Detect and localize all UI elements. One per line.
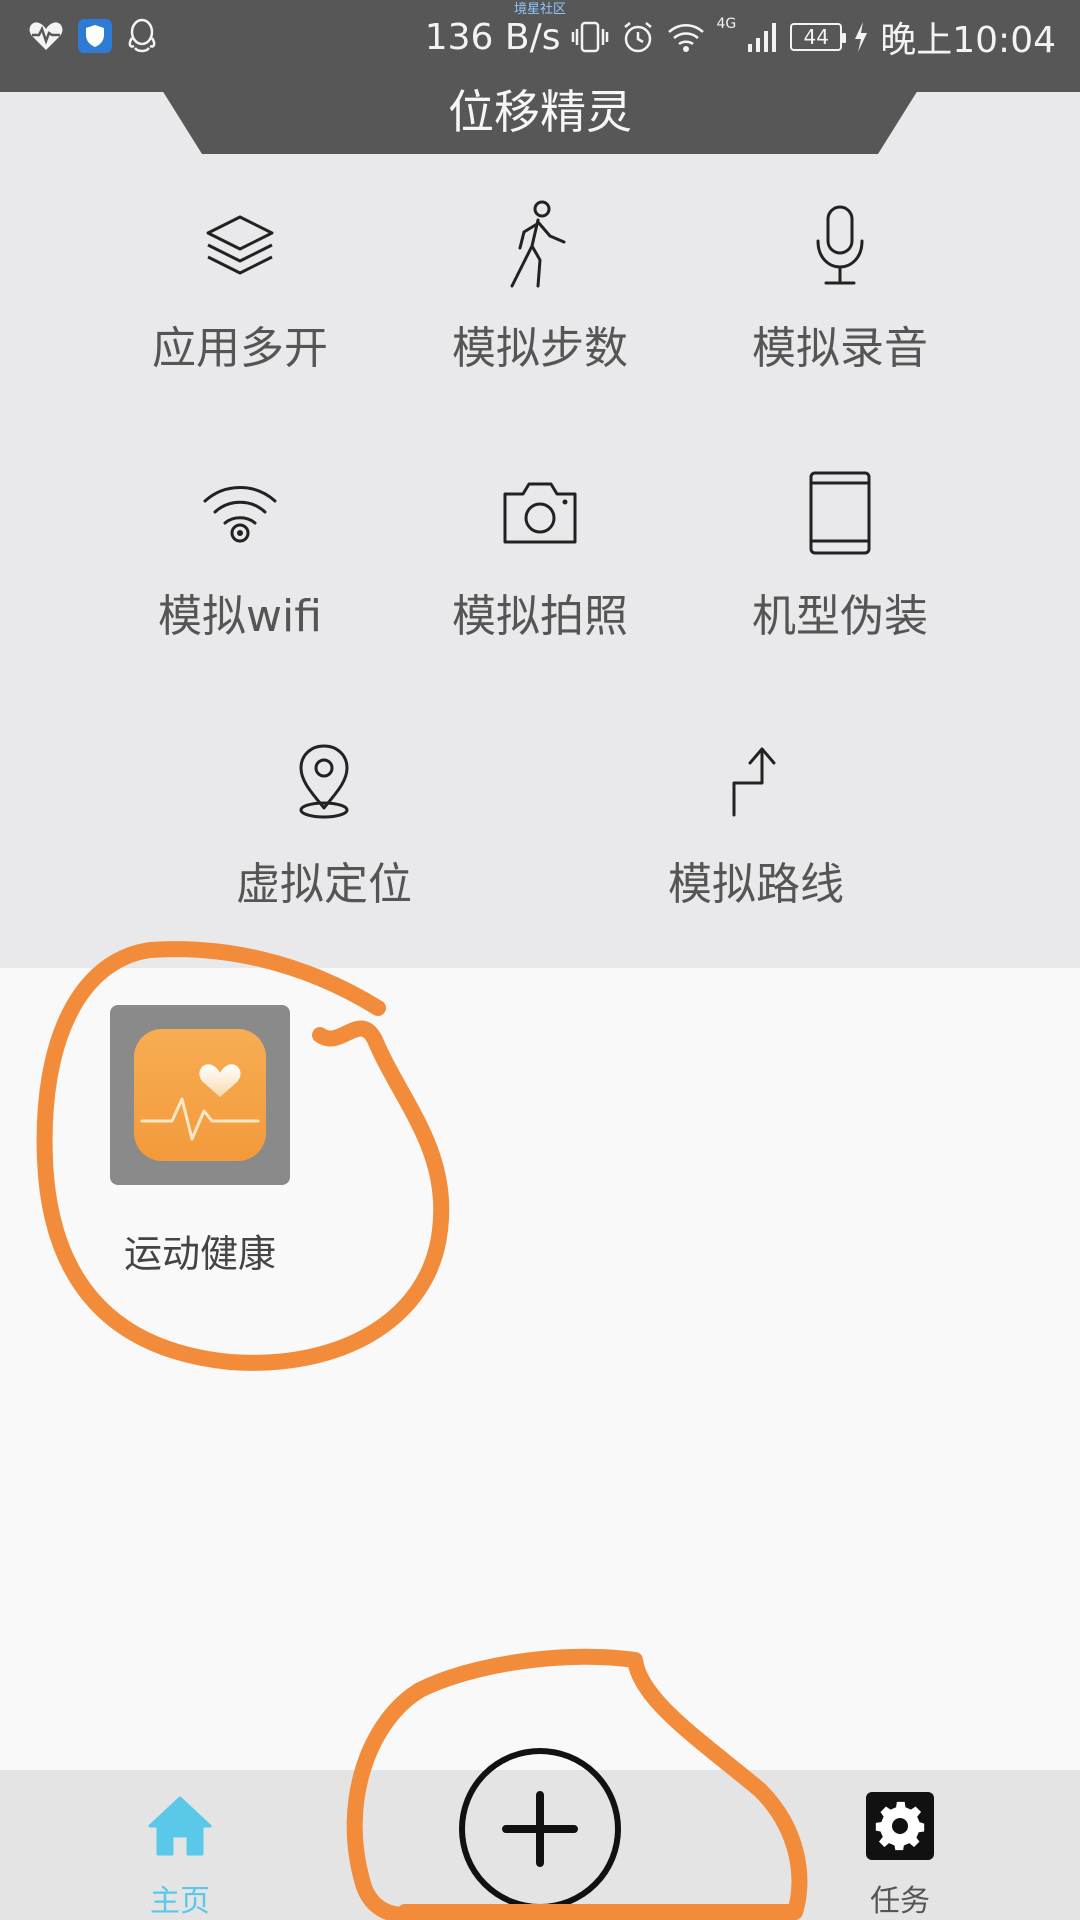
- feature-label: 虚拟定位: [236, 859, 412, 910]
- wifi-status-icon: [666, 20, 706, 54]
- network-type: 4G: [716, 16, 737, 32]
- location-pin-icon: [279, 736, 369, 826]
- feature-fake-steps[interactable]: 模拟步数: [410, 200, 670, 410]
- status-bar: 境星社区 136 B/s 4G 44 晚上10:04: [0, 0, 1080, 90]
- microphone-icon: [795, 200, 885, 290]
- feature-fake-recording[interactable]: 模拟录音: [710, 200, 970, 410]
- qq-status-icon: [126, 18, 158, 54]
- feature-app-clone[interactable]: 应用多开: [110, 200, 370, 410]
- network-speed: 136 B/s: [424, 16, 561, 58]
- shield-status-icon: [78, 19, 112, 53]
- app-screen: 境星社区 136 B/s 4G 44 晚上10:04 位移精灵 应用多开 模拟步…: [0, 0, 1080, 1920]
- feature-label: 机型伪装: [752, 591, 928, 642]
- battery-icon: 44: [790, 23, 847, 51]
- health-status-icon: [28, 20, 64, 52]
- feature-fake-camera[interactable]: 模拟拍照: [410, 468, 670, 678]
- page-title: 位移精灵: [448, 85, 632, 139]
- nav-task[interactable]: 任务: [830, 1770, 970, 1920]
- home-icon: [142, 1788, 218, 1864]
- feature-virtual-location[interactable]: 虚拟定位: [194, 736, 454, 946]
- app-icon-frame: [110, 1005, 290, 1185]
- alarm-icon: [620, 19, 656, 55]
- signal-icon: [746, 20, 780, 54]
- nav-home[interactable]: 主页: [110, 1770, 250, 1920]
- battery-level: 44: [803, 25, 829, 49]
- feature-label: 模拟录音: [752, 323, 928, 374]
- feature-label: 模拟步数: [452, 323, 628, 374]
- feature-fake-route[interactable]: 模拟路线: [626, 736, 886, 946]
- feature-label: 模拟wifi: [158, 591, 322, 642]
- app-tile-sports-health[interactable]: 运动健康: [110, 1005, 290, 1276]
- vibrate-icon: [570, 19, 610, 55]
- feature-device-disguise[interactable]: 机型伪装: [710, 468, 970, 678]
- nav-task-label: 任务: [870, 1884, 930, 1919]
- camera-icon: [495, 468, 585, 558]
- feature-fake-wifi[interactable]: 模拟wifi: [110, 468, 370, 678]
- tablet-icon: [795, 468, 885, 558]
- walking-person-icon: [495, 200, 585, 290]
- charging-icon: [852, 20, 870, 54]
- feature-label: 模拟拍照: [452, 591, 628, 642]
- wifi-icon: [195, 468, 285, 558]
- layers-icon: [195, 200, 285, 290]
- plus-icon: [502, 1791, 578, 1867]
- clock-time: 晚上10:04: [880, 20, 1056, 61]
- feature-label: 应用多开: [152, 323, 328, 374]
- gear-icon: [862, 1788, 938, 1864]
- feature-label: 模拟路线: [668, 859, 844, 910]
- route-arrow-icon: [711, 736, 801, 826]
- nav-home-label: 主页: [150, 1884, 210, 1919]
- health-heart-icon: [134, 1029, 266, 1161]
- app-label: 运动健康: [123, 1232, 276, 1276]
- add-button[interactable]: [459, 1748, 621, 1910]
